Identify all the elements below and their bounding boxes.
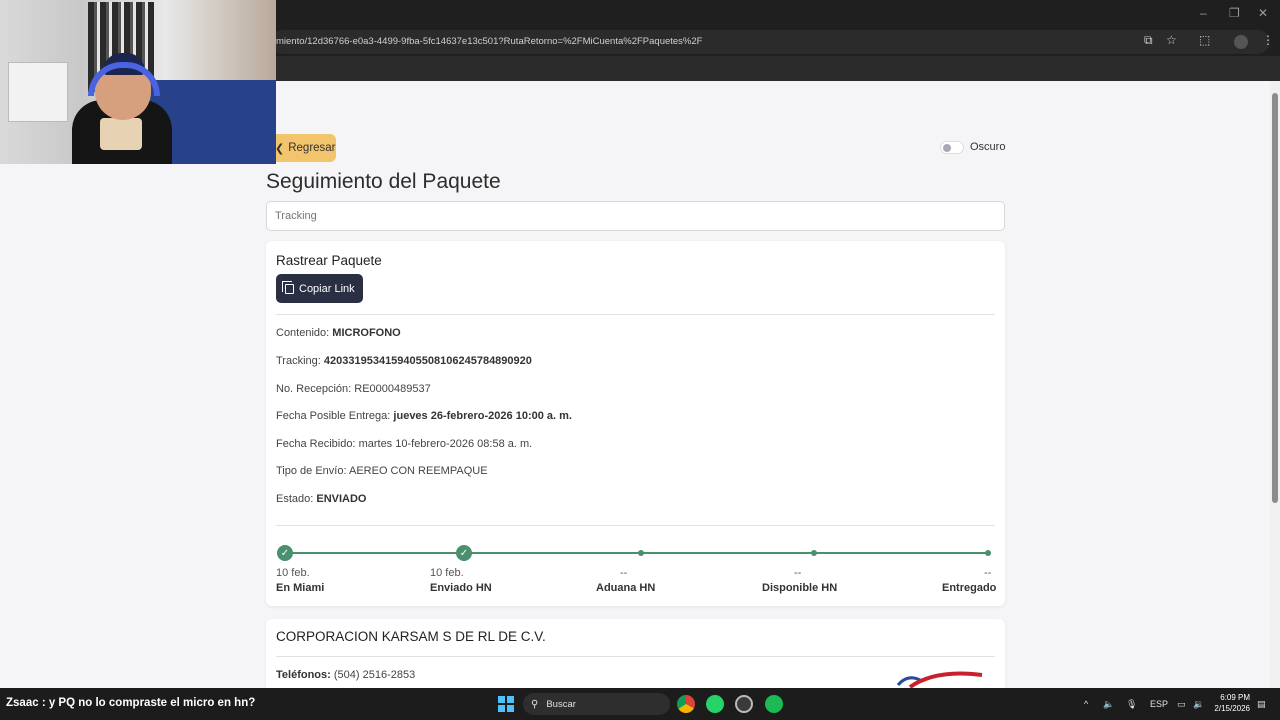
field-label: Fecha Posible Entrega: xyxy=(276,410,391,422)
timeline-date: -- xyxy=(794,567,802,579)
check-icon: ✓ xyxy=(277,545,293,561)
dark-mode-toggle[interactable] xyxy=(940,141,964,154)
phone-value: (504) 2516-2853 xyxy=(333,669,416,681)
copy-link-label: Copiar Link xyxy=(299,282,355,295)
bookmark-star-icon[interactable]: ☆ xyxy=(1166,33,1177,47)
company-phone: Teléfonos: (504) 2516-2853 xyxy=(276,669,415,681)
tracking-search-input[interactable] xyxy=(266,201,1005,231)
timeline-step-label: Enviado HN xyxy=(430,582,492,594)
info-tracking: Tracking: 420331953415940550810624578489… xyxy=(276,355,532,367)
dark-mode-label: Oscuro xyxy=(970,141,1006,153)
timeline-dot xyxy=(985,550,991,556)
chevron-up-icon[interactable]: ^ xyxy=(1084,699,1088,709)
field-value: AEREO CON REEMPAQUE xyxy=(348,465,488,477)
url-text[interactable]: miento/12d36766-e0a3-4499-9fba-5fc14637e… xyxy=(276,36,702,47)
divider xyxy=(276,656,995,657)
timeline-track xyxy=(285,552,989,554)
chat-user: Zsaac xyxy=(6,697,39,709)
field-value: jueves 26-febrero-2026 10:00 a. m. xyxy=(393,410,572,422)
company-name: CORPORACION KARSAM S DE RL DE C.V. xyxy=(276,629,546,644)
phone-label: Teléfonos: xyxy=(276,669,331,681)
page-title: Seguimiento del Paquete xyxy=(266,170,501,193)
field-label: Tipo de Envío: xyxy=(276,465,347,477)
field-label: No. Recepción: xyxy=(276,383,352,395)
company-card: CORPORACION KARSAM S DE RL DE C.V. Teléf… xyxy=(266,619,1005,699)
clock-time[interactable]: 6:09 PM xyxy=(1220,693,1250,702)
timeline-step-label: Aduana HN xyxy=(596,582,656,594)
search-icon: ⚲ xyxy=(531,698,539,710)
divider xyxy=(276,314,995,315)
chat-text: y PQ no lo compraste el micro en hn? xyxy=(48,697,256,709)
notification-icon[interactable]: ▤ xyxy=(1257,699,1266,710)
chat-separator: : xyxy=(41,697,49,709)
network-icon[interactable]: ▭ xyxy=(1177,699,1186,710)
taskbar-search-label: Buscar xyxy=(546,698,576,710)
copy-icon xyxy=(282,280,294,294)
volume-icon[interactable]: 🔈 xyxy=(1103,699,1114,710)
menu-dots-icon[interactable]: ⋮ xyxy=(1262,33,1274,47)
scrollbar[interactable] xyxy=(1270,81,1280,688)
restore-icon[interactable]: ❐ xyxy=(1229,6,1240,20)
track-package-card: Rastrear Paquete Copiar Link Contenido: … xyxy=(266,241,1005,606)
field-label: Tracking: xyxy=(276,355,321,367)
timeline-date: -- xyxy=(620,567,628,579)
copy-link-button[interactable]: Copiar Link xyxy=(276,274,363,303)
obs-app-icon[interactable] xyxy=(735,695,753,713)
field-label: Contenido: xyxy=(276,327,330,339)
extensions-icon[interactable]: ⬚ xyxy=(1199,33,1210,47)
timeline-step-label: Disponible HN xyxy=(762,582,838,594)
windows-start-icon[interactable] xyxy=(498,696,514,712)
divider xyxy=(276,525,995,526)
language-indicator[interactable]: ESP xyxy=(1150,699,1168,709)
field-label: Estado: xyxy=(276,493,314,505)
toggle-knob xyxy=(943,144,951,152)
info-fecha-recibido: Fecha Recibido: martes 10-febrero-2026 0… xyxy=(276,438,532,450)
clock-date[interactable]: 2/15/2026 xyxy=(1208,704,1250,713)
close-icon[interactable]: ✕ xyxy=(1258,6,1268,20)
card-title: Rastrear Paquete xyxy=(276,253,382,268)
field-value: 420331953415940550810624578489092​0 xyxy=(323,355,532,367)
chat-overlay-message: Zsaac : y PQ no lo compraste el micro en… xyxy=(6,697,255,709)
chevron-left-icon: ❮ xyxy=(275,142,285,155)
timeline-date: 10 feb. xyxy=(276,567,310,579)
back-button-label: Regresar xyxy=(288,142,336,154)
info-tipo-envio: Tipo de Envío: AEREO CON REEMPAQUE xyxy=(276,465,488,477)
whatsapp-app-icon[interactable] xyxy=(706,695,724,713)
spotify-app-icon[interactable] xyxy=(765,695,783,713)
microphone-icon[interactable]: 🎙 xyxy=(1126,699,1137,710)
field-label: Fecha Recibido: xyxy=(276,438,356,450)
timeline-date: 10 feb. xyxy=(430,567,464,579)
timeline-date: -- xyxy=(984,567,992,579)
field-value: ENVIADO xyxy=(316,493,367,505)
timeline-dot xyxy=(638,550,644,556)
info-recepcion: No. Recepción: RE0000489537 xyxy=(276,383,431,395)
chrome-app-icon[interactable] xyxy=(677,695,695,713)
field-value: MICROFONO xyxy=(332,327,401,339)
webcam-overlay xyxy=(0,0,276,164)
field-value: RE0000489537 xyxy=(354,383,431,395)
install-app-icon[interactable]: ⧉ xyxy=(1144,33,1153,48)
timeline-step-label: Entregado xyxy=(942,582,997,594)
taskbar-search[interactable]: ⚲ Buscar xyxy=(523,693,670,715)
minimize-icon[interactable]: – xyxy=(1200,6,1207,20)
profile-avatar-icon[interactable] xyxy=(1234,35,1248,49)
timeline-step-label: En Miami xyxy=(276,582,325,594)
scrollbar-thumb[interactable] xyxy=(1272,93,1278,503)
timeline-dot xyxy=(811,550,817,556)
check-icon: ✓ xyxy=(456,545,472,561)
speaker-icon[interactable]: 🔉 xyxy=(1193,699,1204,710)
info-contenido: Contenido: MICROFONO xyxy=(276,327,401,339)
info-estado: Estado: ENVIADO xyxy=(276,493,367,505)
info-fecha-posible-entrega: Fecha Posible Entrega: jueves 26-febrero… xyxy=(276,410,572,422)
field-value: martes 10-febrero-2026 08:58 a. m. xyxy=(358,438,533,450)
